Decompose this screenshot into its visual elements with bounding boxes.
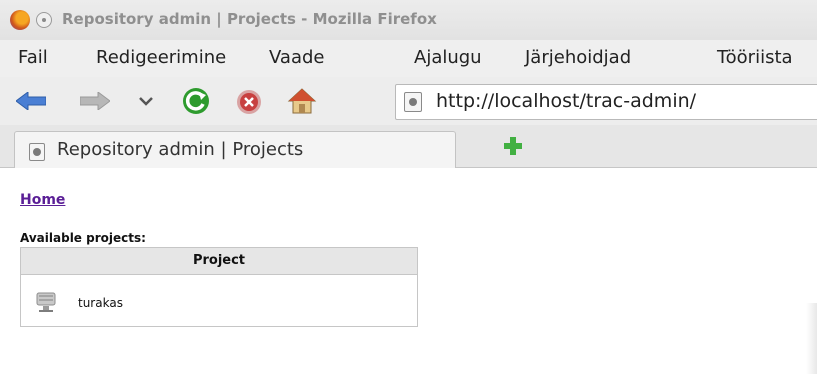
- menu-item-view[interactable]: Vaade: [269, 47, 324, 68]
- window-menu-icon[interactable]: [36, 12, 52, 28]
- history-dropdown-icon[interactable]: [136, 91, 156, 111]
- tab-favicon-icon: [29, 143, 45, 161]
- tab-bar: Repository admin | Projects: [0, 125, 817, 168]
- project-name[interactable]: turakas: [78, 296, 123, 310]
- firefox-logo-icon: [10, 10, 30, 30]
- menu-item-bookmarks[interactable]: Järjehoidjad: [525, 47, 631, 68]
- column-header-project: Project: [192, 253, 246, 268]
- projects-table: Project turakas: [20, 247, 418, 327]
- url-bar[interactable]: http://localhost/trac-admin/: [395, 84, 817, 120]
- new-tab-plus-icon[interactable]: [502, 135, 524, 157]
- page-edge-shadow: [806, 303, 817, 374]
- table-header: Project: [21, 248, 417, 275]
- table-row[interactable]: turakas: [21, 275, 417, 325]
- window-title: Repository admin | Projects - Mozilla Fi…: [62, 10, 437, 28]
- back-arrow-icon[interactable]: [16, 92, 46, 110]
- tab-repository-admin[interactable]: Repository admin | Projects: [14, 131, 456, 168]
- site-identity-icon[interactable]: [404, 92, 422, 112]
- tab-label[interactable]: Repository admin | Projects: [57, 139, 303, 160]
- menu-item-tools[interactable]: Tööriista: [717, 47, 793, 68]
- repository-server-icon: [36, 292, 56, 312]
- menu-bar: Fail Redigeerimine Vaade Ajalugu Järjeho…: [0, 40, 817, 77]
- title-bar: Repository admin | Projects - Mozilla Fi…: [0, 0, 817, 40]
- forward-arrow-icon[interactable]: [80, 92, 110, 110]
- menu-item-edit[interactable]: Redigeerimine: [96, 47, 226, 68]
- home-icon[interactable]: [287, 87, 317, 115]
- menu-item-history[interactable]: Ajalugu: [414, 47, 482, 68]
- home-link[interactable]: Home: [20, 192, 65, 208]
- browser-window: Repository admin | Projects - Mozilla Fi…: [0, 0, 817, 374]
- menu-item-file[interactable]: Fail: [18, 47, 48, 68]
- page-content: Home Available projects: Project turakas: [0, 168, 817, 374]
- available-projects-heading: Available projects:: [20, 231, 146, 245]
- url-text[interactable]: http://localhost/trac-admin/: [436, 90, 696, 112]
- reload-icon[interactable]: [181, 86, 211, 116]
- stop-icon[interactable]: [235, 88, 263, 116]
- navigation-toolbar: http://localhost/trac-admin/: [0, 77, 817, 125]
